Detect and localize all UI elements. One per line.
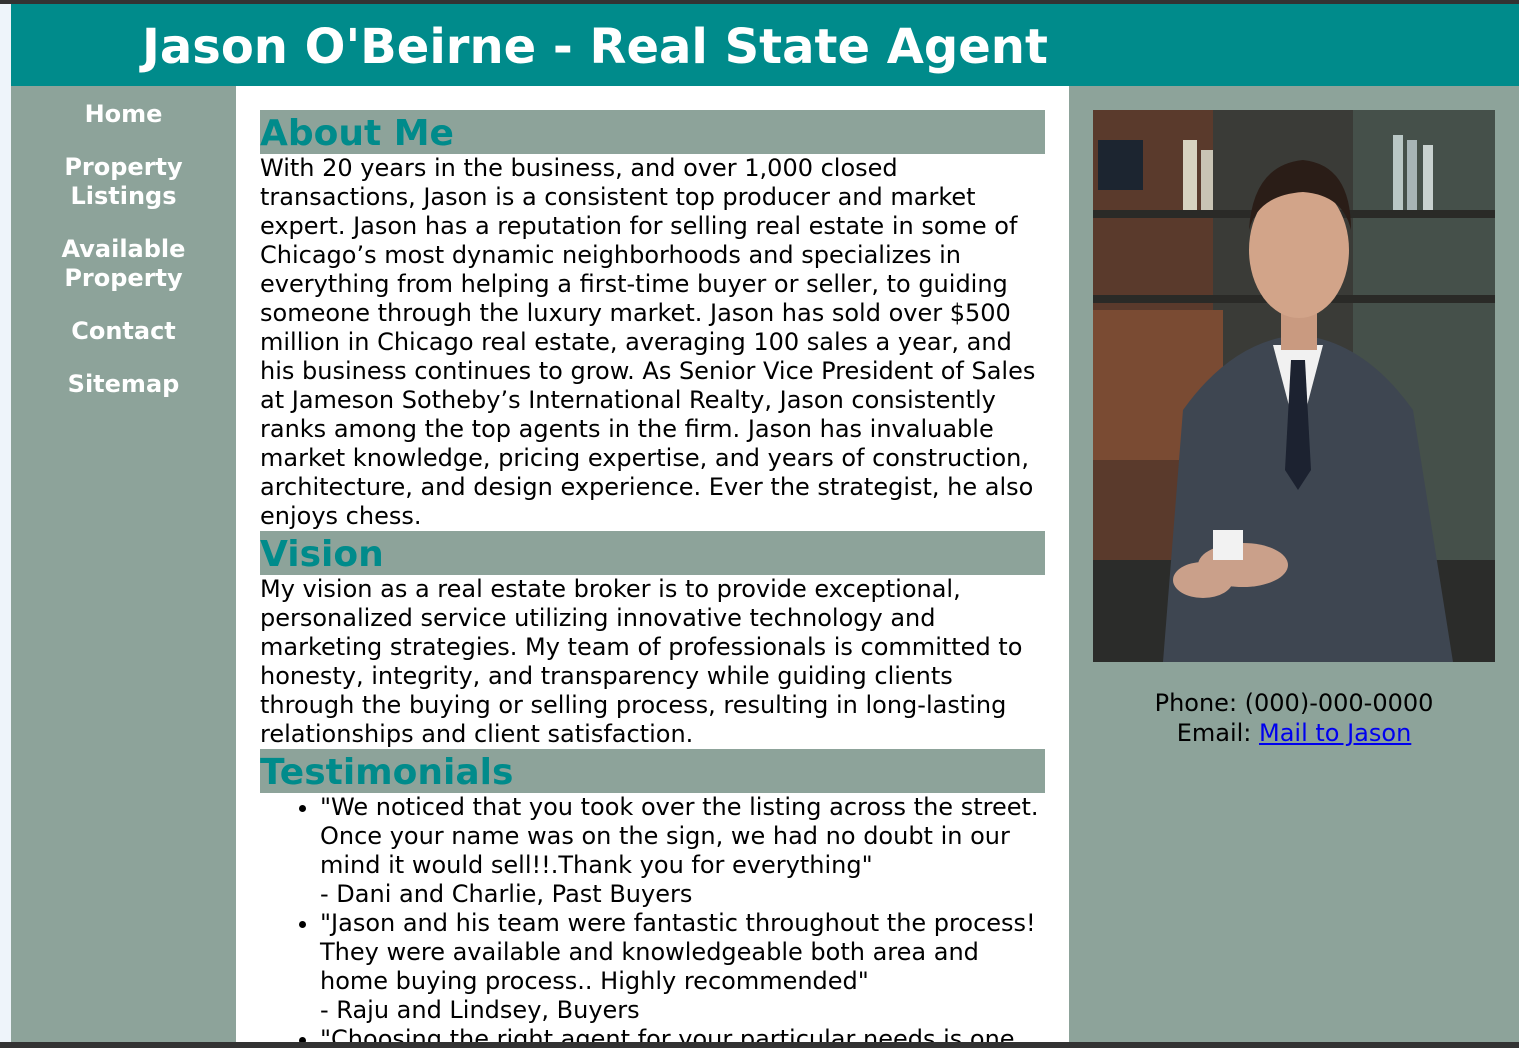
email-label: Email: <box>1176 719 1259 747</box>
nav-available-property[interactable]: Available Property <box>31 235 216 293</box>
testimonial-author: - Dani and Charlie, Past Buyers <box>320 880 693 908</box>
testimonial-item: "Choosing the right agent for your parti… <box>320 1025 1045 1042</box>
nav-sitemap[interactable]: Sitemap <box>11 370 236 399</box>
about-heading: About Me <box>260 110 1045 154</box>
testimonial-item: "We noticed that you took over the listi… <box>320 793 1045 909</box>
nav-home[interactable]: Home <box>11 100 236 129</box>
window-bottom-border <box>0 1042 1519 1048</box>
about-text: With 20 years in the business, and over … <box>260 154 1036 530</box>
sidebar-nav: Home Property Listings Available Propert… <box>11 86 236 1042</box>
contact-info: Phone: (000)-000-0000 Email: Mail to Jas… <box>1069 688 1519 748</box>
vision-heading: Vision <box>260 531 1045 575</box>
site-header: Jason O'Beirne - Real State Agent <box>11 4 1519 86</box>
phone-text: Phone: (000)-000-0000 <box>1154 689 1434 717</box>
contact-sidebar: Phone: (000)-000-0000 Email: Mail to Jas… <box>1069 86 1519 1042</box>
testimonial-item: "Jason and his team were fantastic throu… <box>320 909 1045 1025</box>
nav-property-listings[interactable]: Property Listings <box>31 153 216 211</box>
site-title: Jason O'Beirne - Real State Agent <box>142 19 1048 75</box>
testimonials-list: "We noticed that you took over the listi… <box>260 793 1045 1042</box>
testimonial-author: - Raju and Lindsey, Buyers <box>320 996 640 1024</box>
vision-text: My vision as a real estate broker is to … <box>260 575 1023 748</box>
testimonial-quote: "We noticed that you took over the listi… <box>320 793 1039 879</box>
nav-contact[interactable]: Contact <box>11 317 236 346</box>
testimonials-heading: Testimonials <box>260 749 1045 793</box>
agent-photo <box>1093 110 1495 662</box>
email-line: Email: Mail to Jason <box>1069 718 1519 748</box>
testimonial-quote: "Choosing the right agent for your parti… <box>320 1025 1015 1042</box>
mail-to-jason-link[interactable]: Mail to Jason <box>1259 719 1411 747</box>
main-content: About Me With 20 years in the business, … <box>236 86 1069 1042</box>
testimonial-quote: "Jason and his team were fantastic throu… <box>320 909 1036 995</box>
